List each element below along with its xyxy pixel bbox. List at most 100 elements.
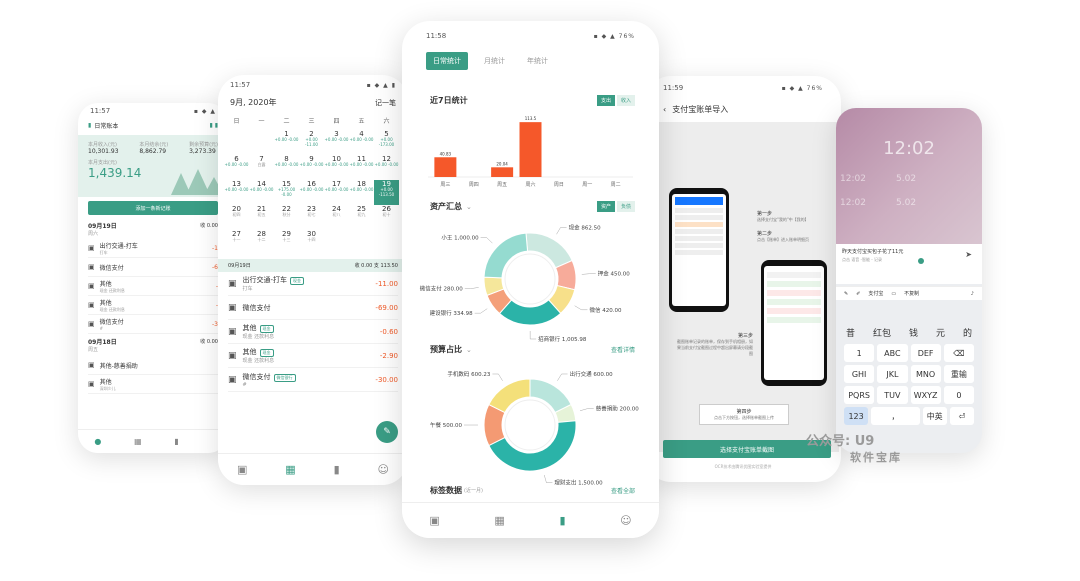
pen-icon[interactable]: ✎ xyxy=(844,291,848,297)
keypad-key[interactable]: ABC xyxy=(877,344,908,362)
calendar-day[interactable]: 12 +0.00 -0.00 xyxy=(374,155,399,180)
chart-icon[interactable]: ▮ xyxy=(174,437,178,446)
view-all-link[interactable]: 查看全部 xyxy=(611,486,635,495)
calendar-day[interactable]: 30 十四 xyxy=(299,230,324,255)
calendar-day[interactable]: 9 +0.00 -0.00 xyxy=(299,155,324,180)
chart-icon[interactable]: ▮ xyxy=(559,514,565,527)
toggle-assets[interactable]: 资产 xyxy=(596,201,615,212)
calendar-day[interactable]: 27 十一 xyxy=(224,230,249,255)
keypad-key[interactable]: 1 xyxy=(844,344,875,362)
voice-input-box[interactable]: 昨天支付宝买包子花了11元 点击 语音 -智能 - 记录 ➤ xyxy=(836,244,982,284)
keypad-key[interactable]: TUV xyxy=(877,386,908,404)
toggle-liabilities[interactable]: 负债 xyxy=(616,201,635,212)
copy-icon[interactable]: ▭ xyxy=(891,291,896,297)
keypad-key[interactable]: ⏎ xyxy=(949,407,974,425)
calendar-day[interactable]: 4 +0.00 -0.00 xyxy=(349,130,374,155)
smile-icon[interactable]: ☺ xyxy=(378,463,389,476)
calendar-day[interactable]: 15 +175.00 -0.00 xyxy=(274,180,299,205)
calendar-day[interactable]: 23 初七 xyxy=(299,205,324,230)
item-name: 其他 xyxy=(99,299,112,307)
keypad-key[interactable]: 中英 xyxy=(922,407,947,425)
calendar-day[interactable]: 6 +0.00 -0.00 xyxy=(224,155,249,180)
calendar-day[interactable]: 22 秋分 xyxy=(274,205,299,230)
category-icon: ▣ xyxy=(88,380,95,388)
smile-icon[interactable]: ☺ xyxy=(620,514,631,527)
no-copy-chip[interactable]: 不复制 xyxy=(904,290,919,297)
chevron-down-icon[interactable]: ⌄ xyxy=(466,346,472,354)
calendar-day[interactable]: 5 +0.00 -173.00 xyxy=(374,130,399,155)
calendar-day[interactable]: 28 十二 xyxy=(249,230,274,255)
toggle-expense[interactable]: 支出 xyxy=(596,95,615,106)
calendar-day[interactable]: 10 +0.00 -0.00 xyxy=(324,155,349,180)
suggestion-word[interactable]: 昔 xyxy=(846,326,855,339)
add-record-button[interactable]: 添加一条新记账 xyxy=(88,201,218,215)
back-icon[interactable]: ‹ xyxy=(663,105,666,114)
calendar-day[interactable]: 24 初八 xyxy=(324,205,349,230)
ledger-icon[interactable]: ▣ xyxy=(237,463,247,476)
list-item[interactable]: ▣ 其他 现金 现金 还款利息 -0.60 xyxy=(228,320,398,344)
keypad-key[interactable]: JKL xyxy=(877,365,908,383)
keypad-key[interactable]: GHI xyxy=(844,365,875,383)
calendar-day[interactable]: 3 +0.00 -0.00 xyxy=(324,130,349,155)
edit-fab-button[interactable]: ✎ xyxy=(376,421,398,443)
chevron-down-icon[interactable]: ⌄ xyxy=(466,203,472,211)
alipay-chip[interactable]: 支付宝 xyxy=(868,290,883,297)
calendar-day[interactable]: 25 初九 xyxy=(349,205,374,230)
calendar-day[interactable]: 16 +0.00 -0.00 xyxy=(299,180,324,205)
suggestion-word[interactable]: 元 xyxy=(936,326,945,339)
home-icon[interactable]: ● xyxy=(94,437,101,446)
list-item[interactable]: ▣ 微信支付 微信银行 # -30.00 xyxy=(228,368,398,392)
list-item[interactable]: ▣ 其他 现金 还款利息 - xyxy=(88,296,218,315)
calendar-icon[interactable]: ▦ xyxy=(134,437,142,446)
keypad-key[interactable]: MNO xyxy=(910,365,941,383)
tab-monthly[interactable]: 月统计 xyxy=(478,52,511,70)
list-item[interactable]: ▣ 出行交通-打车 打车 -1 xyxy=(88,239,218,258)
keypad-key[interactable]: ⌫ xyxy=(943,344,974,362)
keypad-key[interactable]: WXYZ xyxy=(910,386,941,404)
keypad-key[interactable]: ， xyxy=(871,407,920,425)
list-item[interactable]: ▣ 微信支付 -6 xyxy=(88,258,218,277)
list-item[interactable]: ▣ 其他 现金 现金 还款利息 -2.90 xyxy=(228,344,398,368)
keypad-key[interactable]: PQRS xyxy=(844,386,875,404)
calendar-day[interactable]: 7 白露 xyxy=(249,155,274,180)
toggle-income[interactable]: 收入 xyxy=(616,95,635,106)
list-item[interactable]: ▣ 微信支付 # -3 xyxy=(88,315,218,334)
calendar-day[interactable]: 13 +0.00 -0.00 xyxy=(224,180,249,205)
suggestion-word[interactable]: 钱 xyxy=(909,326,918,339)
calendar-day[interactable]: 2 +0.00 -11.00 xyxy=(299,130,324,155)
mic-icon[interactable]: ♪ xyxy=(971,291,974,297)
calendar-icon[interactable]: ▦ xyxy=(494,514,504,527)
calendar-day[interactable]: 20 初四 xyxy=(224,205,249,230)
send-icon[interactable]: ➤ xyxy=(965,250,972,259)
keypad-key[interactable]: 123 xyxy=(844,407,869,425)
tab-yearly[interactable]: 年统计 xyxy=(521,52,554,70)
chart-icon[interactable]: ▮ xyxy=(334,463,340,476)
keypad-key[interactable]: 重输 xyxy=(943,365,974,383)
list-item[interactable]: ▣ 微信支付 -69.00 xyxy=(228,296,398,320)
calendar-icon[interactable]: ▦ xyxy=(285,463,295,476)
ledger-icon[interactable]: ▣ xyxy=(429,514,439,527)
calendar-day[interactable]: 29 十三 xyxy=(274,230,299,255)
add-record-link[interactable]: 记一笔 xyxy=(375,98,396,108)
keypad-key[interactable]: 0 xyxy=(943,386,974,404)
keypad-key[interactable]: DEF xyxy=(910,344,941,362)
suggestion-word[interactable]: 红包 xyxy=(873,326,891,339)
calendar-day[interactable]: 11 +0.00 -0.00 xyxy=(349,155,374,180)
calendar-day[interactable]: 26 初十 xyxy=(374,205,399,230)
calendar-day[interactable]: 14 +0.00 -0.00 xyxy=(249,180,274,205)
calendar-day[interactable]: 17 +0.00 -0.00 xyxy=(324,180,349,205)
list-item[interactable]: ▣ 其他 现金 还款利息 - xyxy=(88,277,218,296)
calendar-day[interactable]: 21 初五 xyxy=(249,205,274,230)
list-item[interactable]: ▣ 其他-慈善捐助 xyxy=(88,356,218,375)
calendar-day[interactable]: 8 +0.00 -0.00 xyxy=(274,155,299,180)
calendar-day[interactable]: 18 +0.00 -0.00 xyxy=(349,180,374,205)
brush-icon[interactable]: ✐ xyxy=(856,291,860,297)
menu-icon[interactable]: ▮ ▮ xyxy=(209,122,218,129)
calendar-day[interactable]: 19 +0.00 -113.50 xyxy=(374,180,399,205)
tab-daily[interactable]: 日常统计 xyxy=(426,52,468,70)
list-item[interactable]: ▣ 出行交通-打车 现金 打车 -11.00 xyxy=(228,272,398,296)
calendar-day[interactable]: 1 +0.00 -0.00 xyxy=(274,130,299,155)
view-details-link[interactable]: 查看详情 xyxy=(611,345,635,354)
suggestion-word[interactable]: 的 xyxy=(963,326,972,339)
list-item[interactable]: ▣ 其他 深圳少儿 xyxy=(88,375,218,394)
